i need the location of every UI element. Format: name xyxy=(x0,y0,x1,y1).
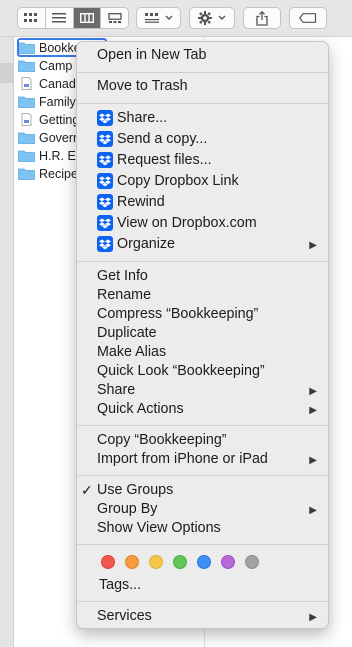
submenu-arrow-icon: ▶ xyxy=(309,405,317,416)
menu-separator xyxy=(77,425,328,426)
menu-item-label: Share xyxy=(97,382,136,398)
share-icon xyxy=(256,10,268,26)
menu-item-label: Request files... xyxy=(117,152,212,168)
menu-item-label: Open in New Tab xyxy=(97,47,207,63)
submenu-arrow-icon: ▶ xyxy=(309,505,317,516)
icon-view-button[interactable] xyxy=(18,8,46,28)
sidebar-selected-item[interactable] xyxy=(0,63,13,83)
dropbox-icon xyxy=(97,215,113,231)
folder-icon xyxy=(18,168,35,180)
folder-icon xyxy=(18,132,35,144)
tag-blue[interactable] xyxy=(197,555,211,569)
menu-item-label: Use Groups xyxy=(97,482,174,498)
tag-orange[interactable] xyxy=(125,555,139,569)
document-icon xyxy=(21,113,32,126)
file-row[interactable]: H.R. Ex xyxy=(18,147,82,164)
menu-separator xyxy=(77,544,328,545)
tag-green[interactable] xyxy=(173,555,187,569)
dropbox-icon xyxy=(97,173,113,189)
column-view-button[interactable] xyxy=(73,8,102,28)
menu-item-label: Group By xyxy=(97,501,158,517)
tag-red[interactable] xyxy=(101,555,115,569)
dropbox-icon xyxy=(97,110,113,126)
chevron-down-icon xyxy=(218,15,226,20)
menu-item-label: Rename xyxy=(97,287,152,303)
file-row[interactable]: Goverr xyxy=(18,129,77,146)
folder-icon xyxy=(18,96,35,108)
action-button[interactable] xyxy=(189,7,235,29)
file-row[interactable]: Family xyxy=(18,93,76,110)
menu-item-label: Compress “Bookkeeping” xyxy=(97,306,259,322)
group-button[interactable] xyxy=(136,7,181,29)
folder-icon xyxy=(18,150,35,162)
gear-icon xyxy=(198,11,212,25)
dropbox-icon xyxy=(97,194,113,210)
menu-separator xyxy=(77,103,328,104)
view-mode-segmented-control[interactable] xyxy=(17,7,129,29)
menu-item-label: Quick Look “Bookkeeping” xyxy=(97,363,265,379)
menu-item-label: Get Info xyxy=(97,268,148,284)
menu-item-label: Quick Actions xyxy=(97,401,184,417)
menu-item-label: Copy Dropbox Link xyxy=(117,173,239,189)
file-name: Getting xyxy=(39,112,80,127)
menu-separator xyxy=(77,261,328,262)
submenu-arrow-icon: ▶ xyxy=(309,612,317,623)
chevron-down-icon xyxy=(165,15,172,20)
menu-item-label: Copy “Bookkeeping” xyxy=(97,432,227,448)
menu-item-label: Organize xyxy=(117,236,176,252)
file-name: Family xyxy=(39,94,76,109)
menu-item-label: Send a copy... xyxy=(117,131,208,147)
gallery-view-button[interactable] xyxy=(101,8,128,28)
menu-item-label: Share... xyxy=(117,110,168,126)
menu-separator xyxy=(77,601,328,602)
menu-separator xyxy=(77,475,328,476)
context-menu: Open in New Tab Move to Trash Share... S… xyxy=(76,41,329,629)
tag-gray[interactable] xyxy=(245,555,259,569)
dropbox-icon xyxy=(97,131,113,147)
document-icon xyxy=(21,77,32,90)
finder-toolbar xyxy=(0,0,352,37)
tag-purple[interactable] xyxy=(221,555,235,569)
tag-icon xyxy=(299,13,317,23)
file-row[interactable]: Getting xyxy=(18,111,79,128)
file-name: Camp xyxy=(39,58,73,73)
menu-item-label: Move to Trash xyxy=(97,78,188,94)
menu-item-label: Duplicate xyxy=(97,325,157,341)
file-name: Bookke xyxy=(39,40,81,55)
folder-icon xyxy=(18,60,35,72)
list-view-icon xyxy=(52,13,67,23)
file-row[interactable]: Canad xyxy=(18,75,76,92)
file-row[interactable]: Recipe xyxy=(18,165,78,182)
menu-item-label: Rewind xyxy=(117,194,165,210)
list-view-button[interactable] xyxy=(46,8,74,28)
dropbox-icon xyxy=(97,152,113,168)
menu-item-label: Tags... xyxy=(99,577,142,593)
submenu-arrow-icon: ▶ xyxy=(309,386,317,397)
folder-icon xyxy=(18,42,35,54)
dropbox-icon xyxy=(97,236,113,252)
share-button[interactable] xyxy=(243,7,281,29)
tag-yellow[interactable] xyxy=(149,555,163,569)
menu-item-label: View on Dropbox.com xyxy=(117,215,257,231)
group-grid-icon xyxy=(144,13,159,23)
checkmark-icon: ✓ xyxy=(81,482,93,498)
sidebar xyxy=(0,37,14,647)
file-name: Canad xyxy=(39,76,76,91)
file-name: Goverr xyxy=(39,130,78,145)
menu-item-label: Show View Options xyxy=(97,520,221,536)
column-view-icon xyxy=(79,13,94,23)
menu-item-label: Import from iPhone or iPad xyxy=(97,451,268,467)
tag-button[interactable] xyxy=(289,7,327,29)
icon-view-icon xyxy=(24,13,38,22)
menu-separator xyxy=(77,72,328,73)
gallery-view-icon xyxy=(107,13,122,23)
file-row[interactable]: Camp xyxy=(18,57,72,74)
file-name: Recipe xyxy=(39,166,78,181)
submenu-arrow-icon: ▶ xyxy=(309,455,317,466)
submenu-arrow-icon: ▶ xyxy=(309,240,317,251)
menu-item-label: Make Alias xyxy=(97,344,167,360)
menu-item-label: Services xyxy=(97,608,152,624)
